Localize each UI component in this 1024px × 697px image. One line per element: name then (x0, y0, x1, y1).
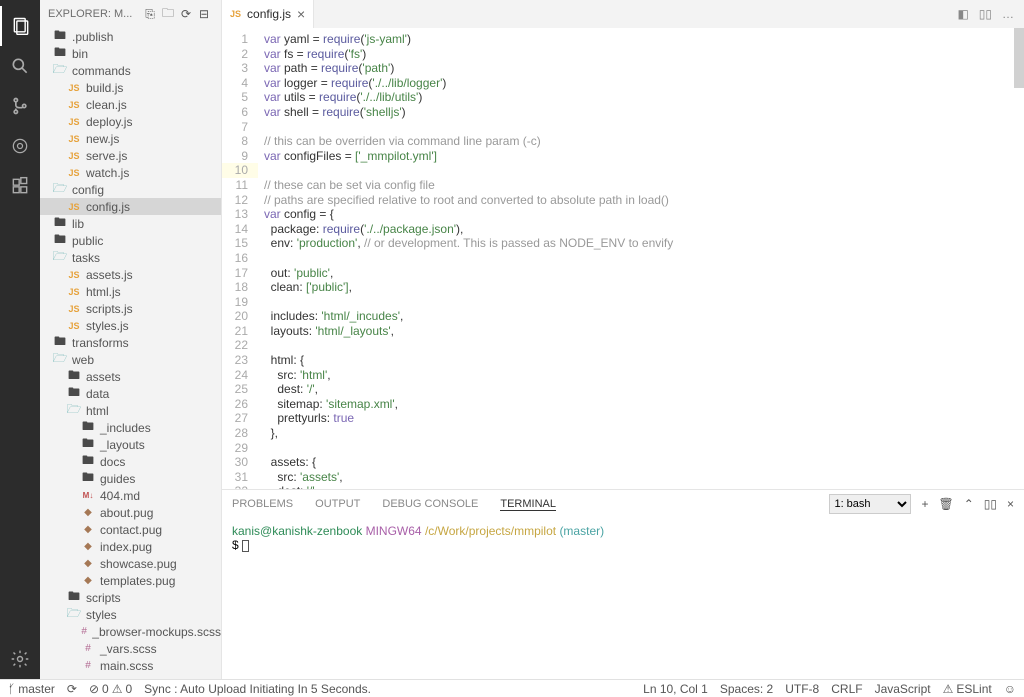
split-editor-icon[interactable]: ▯▯ (979, 7, 992, 21)
sidebar-header: EXPLORER: M... ⎘ 🗀 ⟳ ⊟ (40, 0, 221, 28)
code-editor[interactable]: 1 2 3 4 5 6 7 8 9 10 11 12 13 14 15 16 1… (222, 28, 1024, 489)
tree-item[interactable]: 🖿_layouts (40, 436, 221, 453)
editor-tabs: JS config.js × ◧ ▯▯ … (222, 0, 1024, 28)
settings-gear-icon[interactable] (0, 639, 40, 679)
panel-tab-terminal[interactable]: TERMINAL (500, 498, 556, 511)
bottom-panel: PROBLEMS OUTPUT DEBUG CONSOLE TERMINAL 1… (222, 489, 1024, 679)
new-file-icon[interactable]: ⎘ (141, 5, 159, 23)
tree-item[interactable]: 🖿lib (40, 215, 221, 232)
activity-bar (0, 0, 40, 679)
sync-message: Sync : Auto Upload Initiating In 5 Secon… (144, 682, 371, 696)
tab-label: config.js (247, 7, 291, 21)
terminal-body[interactable]: kanis@kanishk-zenbook MINGW64 /c/Work/pr… (222, 518, 1024, 679)
spaces-status[interactable]: Spaces: 2 (720, 682, 773, 696)
sidebar-title: EXPLORER: M... (48, 8, 141, 20)
tree-item[interactable]: ◆showcase.pug (40, 555, 221, 572)
tree-item[interactable]: 🗁config (40, 181, 221, 198)
panel-tab-output[interactable]: OUTPUT (315, 498, 360, 510)
more-actions-icon[interactable]: … (1002, 7, 1014, 21)
problems-status[interactable]: ⊘ 0 ⚠ 0 (89, 682, 132, 696)
source-control-icon[interactable] (0, 86, 40, 126)
term-branch: (master) (559, 524, 604, 538)
tree-item[interactable]: M↓404.md (40, 487, 221, 504)
tree-item[interactable]: 🗁styles (40, 606, 221, 623)
tree-item[interactable]: 🗁tasks (40, 249, 221, 266)
extensions-icon[interactable] (0, 166, 40, 206)
tree-item[interactable]: #_vars.scss (40, 640, 221, 657)
tree-item[interactable]: JSbuild.js (40, 79, 221, 96)
tree-item[interactable]: JSdeploy.js (40, 113, 221, 130)
search-icon[interactable] (0, 46, 40, 86)
debug-icon[interactable] (0, 126, 40, 166)
term-sys: MINGW64 (366, 524, 422, 538)
tree-item[interactable]: 🖿docs (40, 453, 221, 470)
close-panel-icon[interactable]: × (1007, 497, 1014, 511)
split-terminal-icon[interactable]: ▯▯ (984, 497, 997, 511)
term-path: /c/Work/projects/mmpilot (425, 524, 556, 538)
tree-item[interactable]: 🖿guides (40, 470, 221, 487)
kill-terminal-icon[interactable]: 🗑 (938, 497, 953, 511)
branch-status[interactable]: ᚶ master (8, 682, 55, 696)
collapse-all-icon[interactable]: ⊟ (195, 5, 213, 23)
tree-item[interactable]: JSstyles.js (40, 317, 221, 334)
js-icon: JS (230, 9, 241, 19)
code-content[interactable]: var yaml = require('js-yaml') var fs = r… (258, 28, 1024, 489)
term-cursor (242, 540, 249, 552)
tree-item[interactable]: JSserve.js (40, 147, 221, 164)
tree-item[interactable]: JSscripts.js (40, 300, 221, 317)
sync-status[interactable]: ⟳ (67, 682, 77, 696)
compare-changes-icon[interactable]: ◧ (957, 7, 968, 21)
tree-item[interactable]: 🖿.publish (40, 28, 221, 45)
feedback-icon[interactable]: ☺ (1004, 682, 1016, 696)
tree-item[interactable]: 🗁commands (40, 62, 221, 79)
maximize-panel-icon[interactable]: ⌃ (964, 497, 974, 511)
close-icon[interactable]: × (297, 7, 305, 21)
tree-item[interactable]: ◆index.pug (40, 538, 221, 555)
tree-item[interactable]: 🖿_includes (40, 419, 221, 436)
term-user: kanis@kanishk-zenbook (232, 524, 362, 538)
term-prompt: $ (232, 538, 239, 552)
line-col-status[interactable]: Ln 10, Col 1 (643, 682, 708, 696)
status-bar: ᚶ master ⟳ ⊘ 0 ⚠ 0 Sync : Auto Upload In… (0, 679, 1024, 697)
tree-item[interactable]: JShtml.js (40, 283, 221, 300)
panel-tab-debug-console[interactable]: DEBUG CONSOLE (382, 498, 478, 510)
tree-item[interactable]: #main.scss (40, 657, 221, 674)
new-terminal-icon[interactable]: + (921, 497, 928, 511)
panel-tab-problems[interactable]: PROBLEMS (232, 498, 293, 510)
terminal-select[interactable]: 1: bash (829, 494, 911, 514)
panel-tabs: PROBLEMS OUTPUT DEBUG CONSOLE TERMINAL 1… (222, 490, 1024, 518)
tree-item[interactable]: JSnew.js (40, 130, 221, 147)
tree-item[interactable]: ◆contact.pug (40, 521, 221, 538)
line-numbers: 1 2 3 4 5 6 7 8 9 10 11 12 13 14 15 16 1… (222, 28, 258, 489)
tree-item[interactable]: JSclean.js (40, 96, 221, 113)
file-tree: 🖿.publish🖿bin🗁commandsJSbuild.jsJSclean.… (40, 28, 221, 679)
tree-item[interactable]: JSconfig.js (40, 198, 221, 215)
tree-item[interactable]: #_browser-mockups.scss (40, 623, 221, 640)
tree-item[interactable]: JSassets.js (40, 266, 221, 283)
editor-area: JS config.js × ◧ ▯▯ … 1 2 3 4 5 6 7 8 9 … (222, 0, 1024, 679)
explorer-sidebar: EXPLORER: M... ⎘ 🗀 ⟳ ⊟ 🖿.publish🖿bin🗁com… (40, 0, 222, 679)
language-status[interactable]: JavaScript (875, 682, 931, 696)
new-folder-icon[interactable]: 🗀 (159, 5, 177, 23)
encoding-status[interactable]: UTF-8 (785, 682, 819, 696)
refresh-icon[interactable]: ⟳ (177, 5, 195, 23)
tree-item[interactable]: 🗁html (40, 402, 221, 419)
tree-item[interactable]: ◆about.pug (40, 504, 221, 521)
eslint-status[interactable]: ⚠ ESLint (943, 682, 992, 696)
editor-tab[interactable]: JS config.js × (222, 0, 314, 28)
explorer-icon[interactable] (0, 6, 40, 46)
eol-status[interactable]: CRLF (831, 682, 862, 696)
